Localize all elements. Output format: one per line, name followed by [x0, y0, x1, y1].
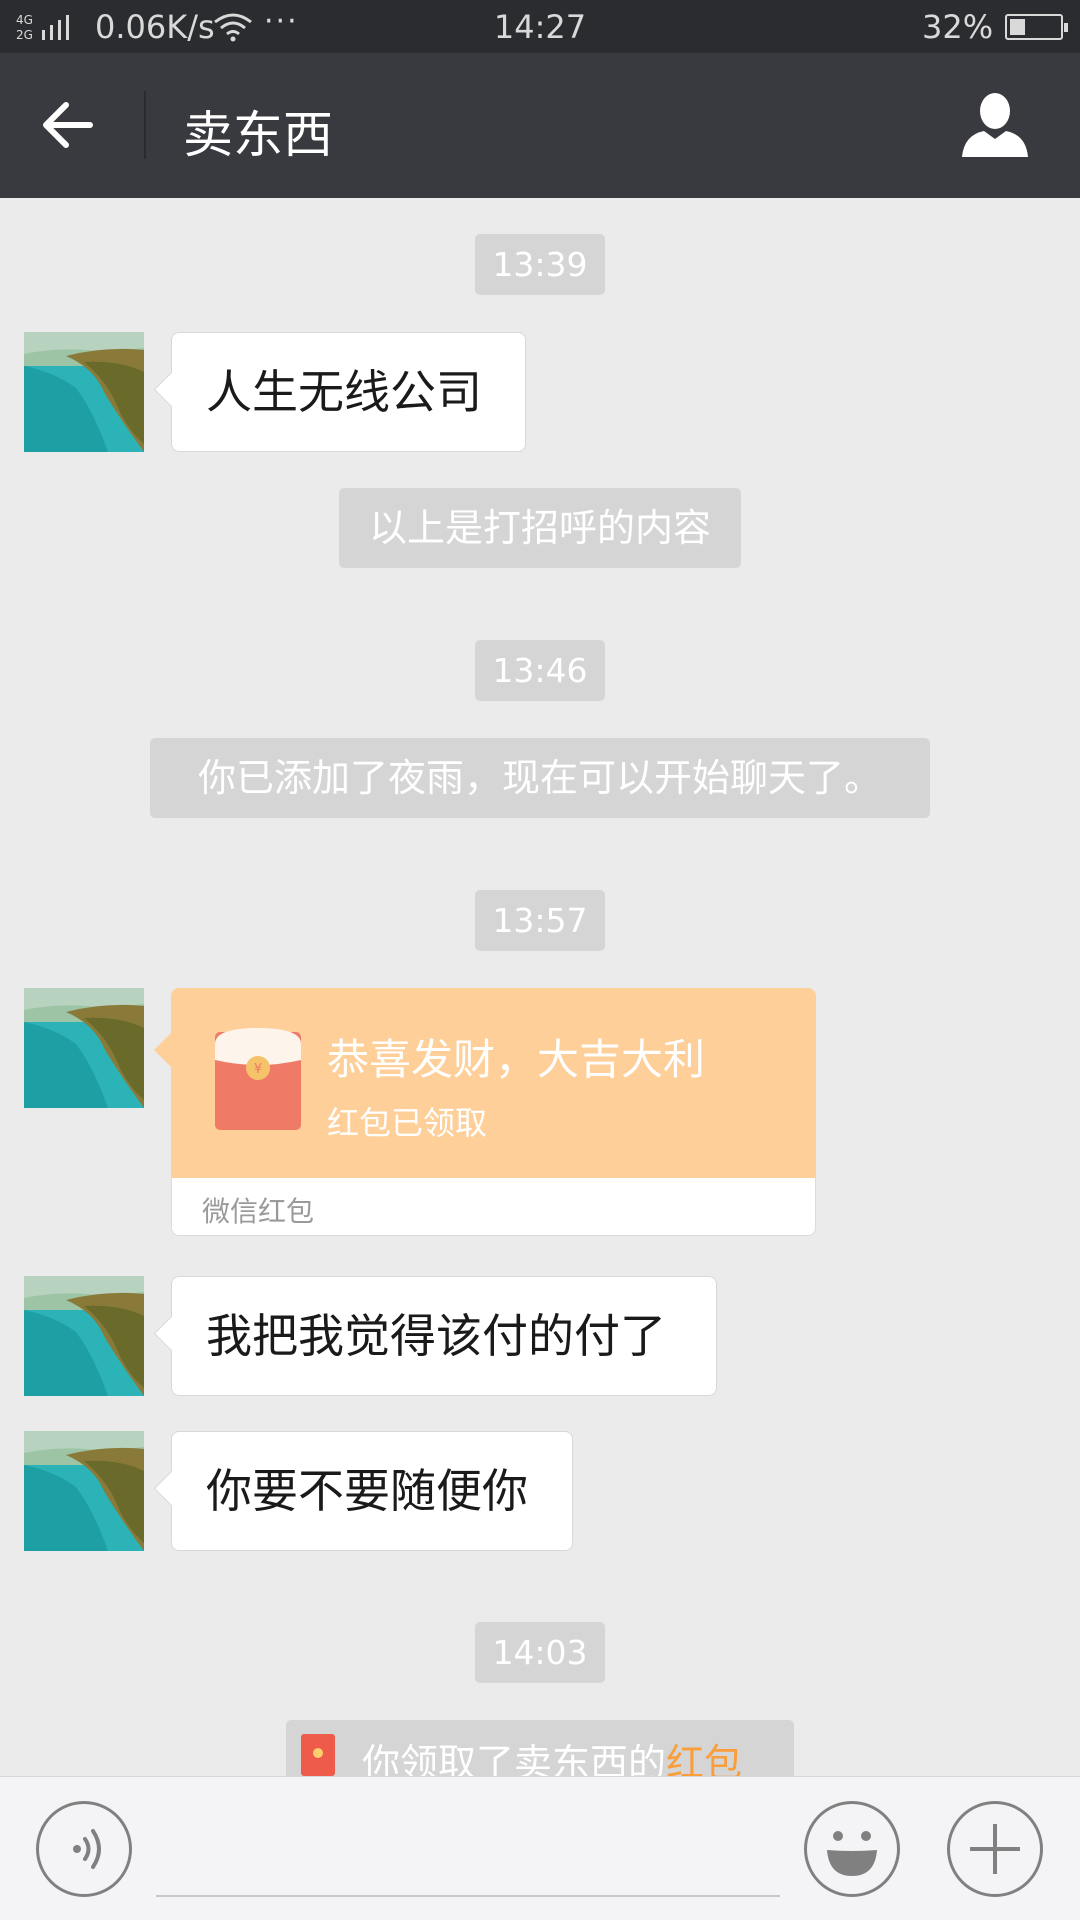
message-input[interactable] — [156, 1895, 780, 1897]
battery-percent: 32% — [922, 8, 994, 46]
system-message: 以上是打招呼的内容 — [339, 488, 741, 568]
red-packet-body: ¥ 恭喜发财，大吉大利 红包已领取 — [171, 988, 816, 1178]
status-time: 14:27 — [493, 8, 587, 46]
timestamp: 13:39 — [475, 234, 605, 295]
message-bubble[interactable]: 你要不要随便你 — [171, 1431, 573, 1551]
timestamp: 14:03 — [475, 1622, 605, 1683]
timestamp: 13:46 — [475, 640, 605, 701]
back-arrow-icon[interactable] — [34, 95, 104, 155]
chat-title: 卖东西 — [183, 106, 333, 164]
svg-text:¥: ¥ — [254, 1062, 262, 1077]
plus-icon — [970, 1824, 1020, 1874]
input-bar — [0, 1776, 1080, 1920]
title-bar: 卖东西 — [0, 53, 1080, 198]
avatar[interactable] — [24, 1276, 144, 1396]
notice-link[interactable]: 红包 — [666, 1741, 742, 1776]
person-icon[interactable] — [958, 91, 1032, 159]
emoji-icon — [827, 1831, 877, 1876]
notice-text: 你领取了卖东西的红包 — [362, 1732, 742, 1776]
timestamp: 13:57 — [475, 890, 605, 951]
title-divider — [144, 91, 146, 159]
chat-area[interactable]: 13:39 人生无线公司 以上是打招呼的内容 13:46 你已添加了夜雨，现在可… — [0, 198, 1080, 1776]
notice-prefix: 你领取了卖东西的 — [362, 1741, 667, 1776]
emoji-button[interactable] — [804, 1801, 900, 1897]
voice-icon — [73, 1829, 101, 1869]
red-envelope-icon: ¥ — [215, 1028, 301, 1130]
status-bar: 4G 2G 0.06K/s ··· 14:27 32% — [0, 0, 1080, 53]
red-packet-footer: 微信红包 — [171, 1178, 816, 1236]
avatar[interactable] — [24, 332, 144, 452]
avatar[interactable] — [24, 1431, 144, 1551]
voice-button[interactable] — [36, 1801, 132, 1897]
red-envelope-icon — [301, 1734, 335, 1776]
red-packet-notice: 你领取了卖东西的红包 — [286, 1720, 794, 1776]
message-bubble[interactable]: 人生无线公司 — [171, 332, 526, 452]
battery-icon — [1005, 14, 1068, 40]
red-packet-brand: 微信红包 — [202, 1195, 315, 1228]
message-bubble[interactable]: 我把我觉得该付的付了 — [171, 1276, 717, 1396]
red-packet-status: 红包已领取 — [327, 1104, 488, 1142]
red-packet-wish: 恭喜发财，大吉大利 — [327, 1035, 706, 1084]
avatar[interactable] — [24, 988, 144, 1108]
plus-button[interactable] — [947, 1801, 1043, 1897]
system-message: 你已添加了夜雨，现在可以开始聊天了。 — [150, 738, 930, 818]
